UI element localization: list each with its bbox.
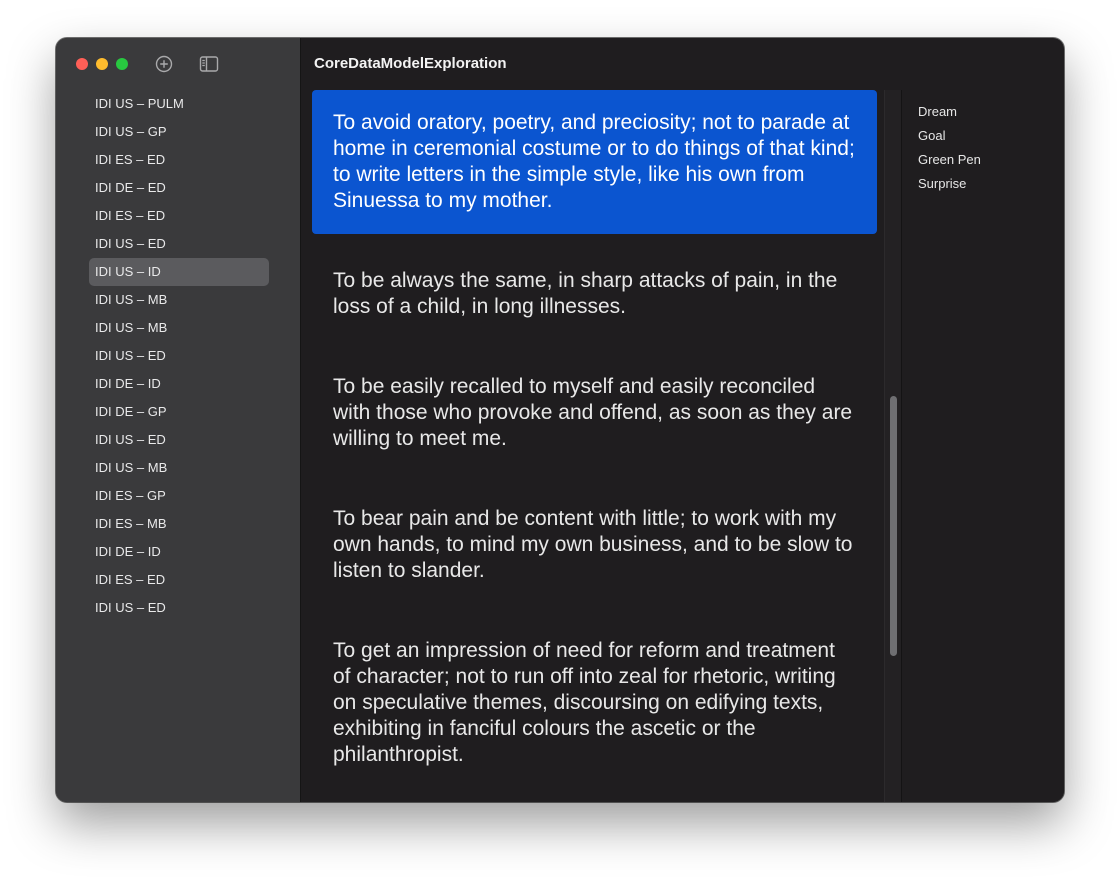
sidebar-item[interactable]: IDI US – ED bbox=[89, 426, 269, 454]
close-button[interactable] bbox=[76, 58, 88, 70]
scrollbar-thumb[interactable] bbox=[890, 396, 897, 656]
note-item[interactable]: To avoid oratory, poetry, and preciosity… bbox=[312, 90, 877, 234]
sidebar: IDI US – PULM IDI US – GP IDI ES – ED IDI D… bbox=[56, 38, 301, 802]
inspector-panel: Dream Goal Green Pen Surprise bbox=[902, 90, 1064, 802]
scrollbar[interactable] bbox=[884, 90, 901, 802]
tag-item[interactable]: Dream bbox=[918, 100, 981, 124]
app-window: IDI US – PULM IDI US – GP IDI ES – ED IDI D… bbox=[56, 38, 1064, 802]
sidebar-list: IDI US – PULM IDI US – GP IDI ES – ED IDI D… bbox=[89, 90, 269, 622]
minimize-button[interactable] bbox=[96, 58, 108, 70]
note-item[interactable]: To be easily recalled to myself and easi… bbox=[312, 354, 877, 472]
plus-circle-icon[interactable] bbox=[154, 54, 174, 74]
maximize-button[interactable] bbox=[116, 58, 128, 70]
note-item[interactable]: To bear pain and be content with little;… bbox=[312, 486, 877, 604]
sidebar-item[interactable]: IDI DE – ID bbox=[89, 538, 269, 566]
sidebar-item[interactable]: IDI US – GP bbox=[89, 118, 269, 146]
sidebar-item[interactable]: IDI US – MB bbox=[89, 286, 269, 314]
sidebar-item[interactable]: IDI US – ID bbox=[89, 258, 269, 286]
note-item[interactable]: To be always the same, in sharp attacks … bbox=[312, 248, 877, 340]
sidebar-item[interactable]: IDI US – MB bbox=[89, 314, 269, 342]
sidebar-item[interactable]: IDI ES – GP bbox=[89, 482, 269, 510]
note-item[interactable]: To get an impression of need for reform … bbox=[312, 618, 877, 788]
sidebar-item[interactable]: IDI US – PULM bbox=[89, 90, 269, 118]
tag-item[interactable]: Surprise bbox=[918, 172, 981, 196]
sidebar-item[interactable]: IDI DE – GP bbox=[89, 398, 269, 426]
sidebar-item[interactable]: IDI US – MB bbox=[89, 454, 269, 482]
sidebar-item[interactable]: IDI ES – MB bbox=[89, 510, 269, 538]
window-title: CoreDataModelExploration bbox=[314, 55, 507, 72]
tag-list: Dream Goal Green Pen Surprise bbox=[918, 100, 981, 196]
sidebar-item[interactable]: IDI ES – ED bbox=[89, 146, 269, 174]
sidebar-toggle-icon[interactable] bbox=[199, 54, 219, 74]
tag-item[interactable]: Green Pen bbox=[918, 148, 981, 172]
sidebar-item[interactable]: IDI US – ED bbox=[89, 230, 269, 258]
tag-item[interactable]: Goal bbox=[918, 124, 981, 148]
sidebar-item[interactable]: IDI US – ED bbox=[89, 342, 269, 370]
sidebar-item[interactable]: IDI DE – ID bbox=[89, 370, 269, 398]
sidebar-item[interactable]: IDI ES – ED bbox=[89, 202, 269, 230]
sidebar-item[interactable]: IDI ES – ED bbox=[89, 566, 269, 594]
sidebar-item[interactable]: IDI DE – ED bbox=[89, 174, 269, 202]
sidebar-item[interactable]: IDI US – ED bbox=[89, 594, 269, 622]
notes-list: To avoid oratory, poetry, and preciosity… bbox=[301, 90, 902, 802]
